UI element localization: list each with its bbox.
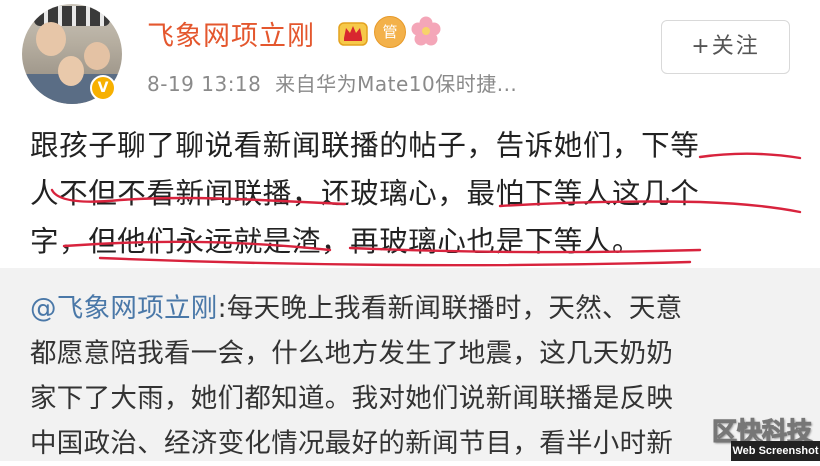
follow-button[interactable]: +关注 — [661, 20, 790, 74]
avatar-face — [36, 22, 66, 56]
repost-line: @飞象网项立刚:每天晚上我看新闻联播时，天然、天意 — [30, 286, 805, 331]
repost-line-rest: :每天晚上我看新闻联播时，天然、天意 — [217, 293, 683, 324]
post-timestamp[interactable]: 8-19 13:18 — [147, 72, 261, 96]
verified-badge-icon: V — [90, 75, 116, 101]
repost-line: 中国政治、经济变化情况最好的新闻节目，看半小时新 — [30, 428, 674, 459]
member-badge-icon: 管 — [374, 16, 406, 48]
repost-block[interactable]: @飞象网项立刚:每天晚上我看新闻联播时，天然、天意 都愿意陪我看一会，什么地方发… — [0, 268, 820, 461]
post-body: 跟孩子聊了聊说看新闻联播的帖子，告诉她们，下等 人不但不看新闻联播，还玻璃心，最… — [30, 122, 800, 266]
mention-link[interactable]: @飞象网项立刚 — [30, 293, 218, 324]
watermark-label: Web Screenshot — [731, 441, 820, 461]
crown-icon — [338, 22, 368, 46]
post-body-line: 人不但不看新闻联播，还玻璃心，最怕下等人这几个 — [30, 177, 700, 210]
flower-icon — [411, 16, 441, 46]
repost-line: 都愿意陪我看一会，什么地方发生了地震，这几天奶奶 — [30, 338, 674, 369]
repost-line: 家下了大雨，她们都知道。我对她们说新闻联播是反映 — [30, 383, 674, 414]
post-source[interactable]: 来自华为Mate10保时捷... — [275, 72, 517, 96]
avatar-face — [84, 42, 110, 70]
post-body-line: 字，但他们永远就是渣，再玻璃心也是下等人。 — [30, 225, 642, 258]
post-body-line: 跟孩子聊了聊说看新闻联播的帖子，告诉她们，下等 — [30, 129, 700, 162]
post-meta: 8-19 13:18 来自华为Mate10保时捷... — [147, 68, 517, 97]
post-header: V 飞象网项立刚 管 8-19 13:18 来自华为Mate10保时捷... +… — [0, 0, 820, 112]
repost-text: @飞象网项立刚:每天晚上我看新闻联播时，天然、天意 都愿意陪我看一会，什么地方发… — [30, 286, 805, 466]
username-link[interactable]: 飞象网项立刚 — [147, 14, 315, 53]
avatar-face — [58, 56, 84, 86]
